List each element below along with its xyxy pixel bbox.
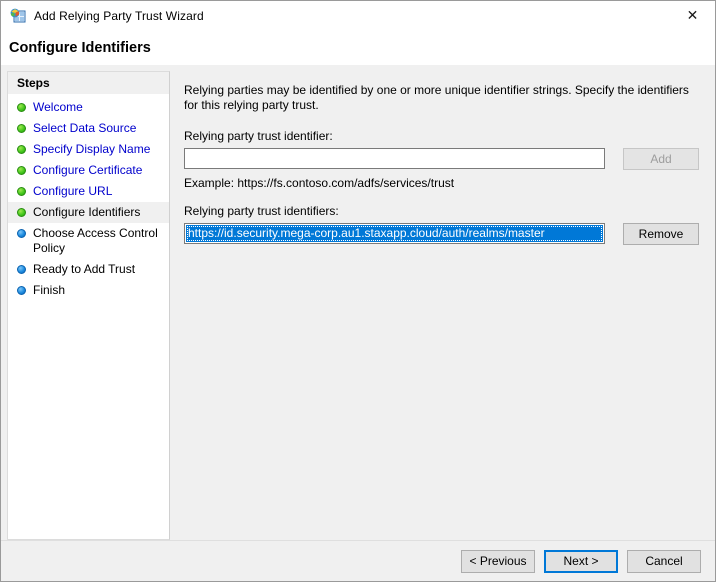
sidebar-item-configure-url[interactable]: Configure URL bbox=[8, 181, 169, 202]
identifier-input-row: Add bbox=[184, 148, 699, 170]
step-status-icon bbox=[17, 286, 26, 295]
steps-heading: Steps bbox=[8, 72, 169, 94]
sidebar-item-label: Configure URL bbox=[33, 184, 113, 198]
step-status-icon bbox=[17, 187, 26, 196]
sidebar-item-label: Ready to Add Trust bbox=[33, 262, 136, 276]
sidebar-item-select-data-source[interactable]: Select Data Source bbox=[8, 118, 169, 139]
step-status-icon bbox=[17, 103, 26, 112]
title-bar: Add Relying Party Trust Wizard ✕ bbox=[1, 1, 715, 30]
wizard-body: Steps Welcome Select Data Source Specify… bbox=[1, 65, 715, 540]
sidebar-item-welcome[interactable]: Welcome bbox=[8, 97, 169, 118]
sidebar-item-label: Select Data Source bbox=[33, 121, 137, 135]
intro-text: Relying parties may be identified by one… bbox=[184, 83, 689, 112]
page-header: Configure Identifiers bbox=[1, 30, 715, 65]
wizard-footer: < Previous Next > Cancel bbox=[1, 540, 715, 581]
identifiers-list-label: Relying party trust identifiers: bbox=[184, 204, 339, 218]
identifiers-listbox[interactable]: https://id.security.mega-corp.au1.staxap… bbox=[184, 223, 605, 244]
next-button[interactable]: Next > bbox=[544, 549, 618, 573]
sidebar-item-configure-identifiers[interactable]: Configure Identifiers bbox=[8, 202, 169, 223]
sidebar-item-configure-certificate[interactable]: Configure Certificate bbox=[8, 160, 169, 181]
step-status-icon bbox=[17, 145, 26, 154]
identifier-input[interactable] bbox=[184, 148, 605, 169]
sidebar-item-label: Specify Display Name bbox=[33, 142, 151, 156]
sidebar-item-finish[interactable]: Finish bbox=[8, 280, 169, 301]
identifier-field-label: Relying party trust identifier: bbox=[184, 129, 333, 143]
step-status-icon bbox=[17, 166, 26, 175]
steps-list: Welcome Select Data Source Specify Displ… bbox=[8, 94, 169, 301]
steps-sidebar: Steps Welcome Select Data Source Specify… bbox=[7, 71, 170, 540]
step-status-icon bbox=[17, 124, 26, 133]
sidebar-item-label: Welcome bbox=[33, 100, 83, 114]
wizard-window: Add Relying Party Trust Wizard ✕ Configu… bbox=[0, 0, 716, 582]
cancel-button[interactable]: Cancel bbox=[627, 549, 701, 573]
remove-button[interactable]: Remove bbox=[623, 223, 699, 245]
page-title: Configure Identifiers bbox=[9, 39, 151, 56]
wizard-server-icon bbox=[10, 8, 26, 24]
step-status-icon bbox=[17, 229, 26, 238]
sidebar-item-ready-to-add-trust[interactable]: Ready to Add Trust bbox=[8, 259, 169, 280]
sidebar-item-label: Configure Certificate bbox=[33, 163, 143, 177]
sidebar-item-label: Finish bbox=[33, 283, 66, 297]
close-icon: ✕ bbox=[686, 7, 699, 24]
sidebar-item-choose-access-control-policy[interactable]: Choose Access Control Policy bbox=[8, 223, 169, 259]
sidebar-item-label: Configure Identifiers bbox=[33, 205, 141, 219]
previous-button[interactable]: < Previous bbox=[461, 549, 535, 573]
add-button[interactable]: Add bbox=[623, 148, 699, 170]
example-text: Example: https://fs.contoso.com/adfs/ser… bbox=[184, 176, 455, 190]
sidebar-item-specify-display-name[interactable]: Specify Display Name bbox=[8, 139, 169, 160]
step-status-icon bbox=[17, 208, 26, 217]
window-title: Add Relying Party Trust Wizard bbox=[34, 8, 204, 23]
identifiers-row: https://id.security.mega-corp.au1.staxap… bbox=[184, 223, 699, 540]
step-status-icon bbox=[17, 265, 26, 274]
main-panel: Relying parties may be identified by one… bbox=[170, 71, 709, 540]
close-button[interactable]: ✕ bbox=[670, 1, 715, 30]
list-item[interactable]: https://id.security.mega-corp.au1.staxap… bbox=[186, 225, 603, 242]
sidebar-item-label: Choose Access Control Policy bbox=[33, 226, 158, 255]
